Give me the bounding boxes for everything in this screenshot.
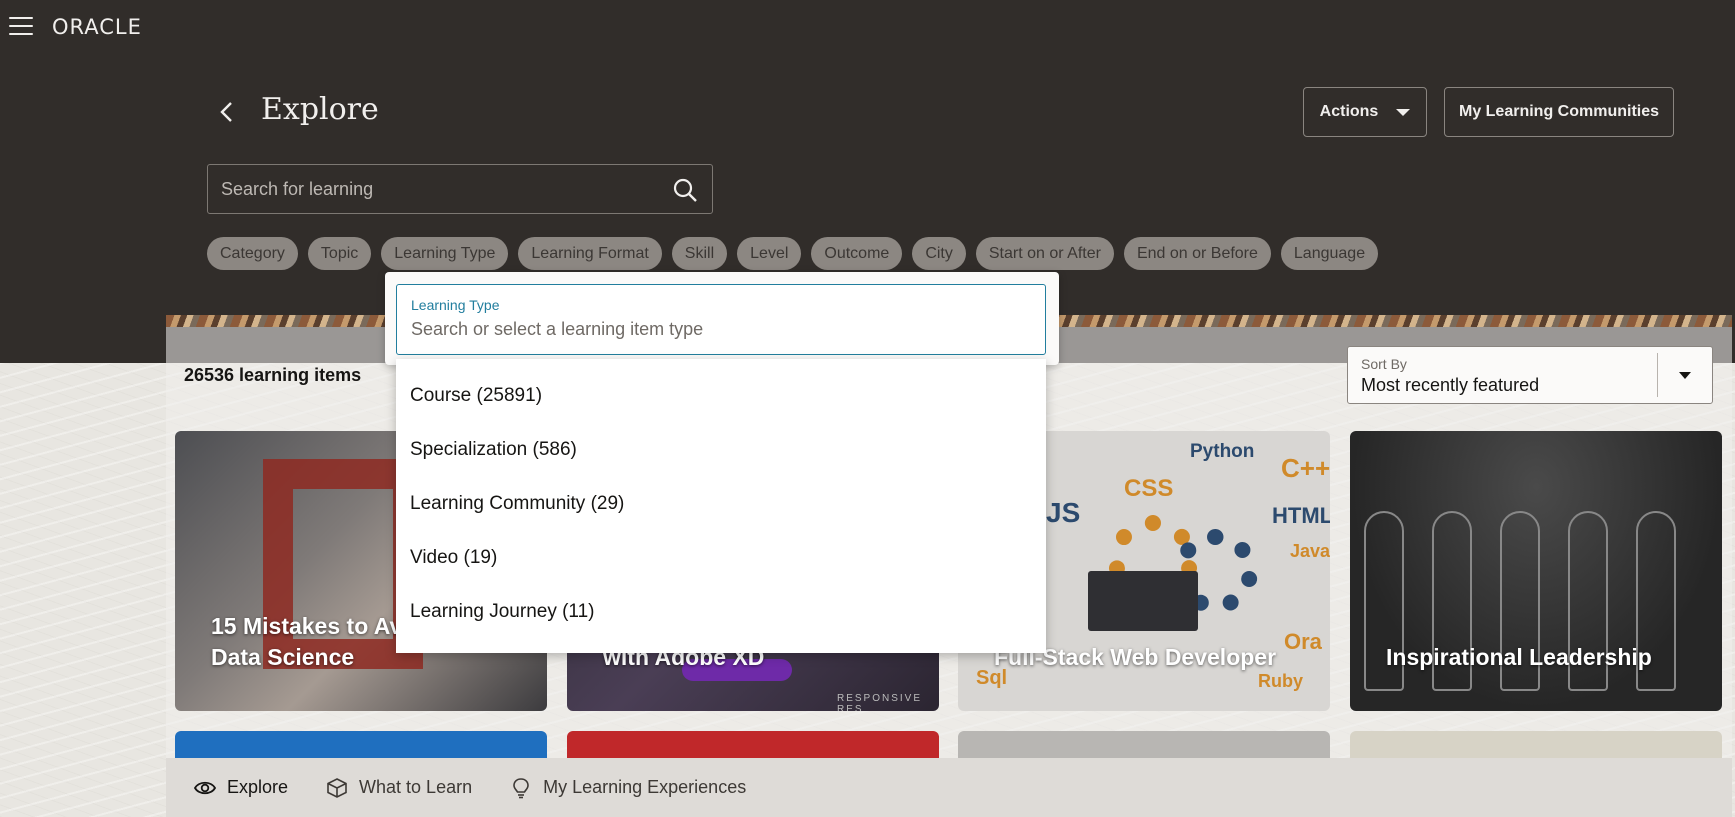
cube-icon [327, 777, 347, 798]
card-image-text: C++ [1281, 453, 1330, 483]
filter-chip-category[interactable]: Category [207, 237, 298, 270]
card-title-line: 15 Mistakes to Av [211, 613, 403, 639]
chevron-down-icon [1396, 108, 1411, 116]
card-image-text: Ruby [1258, 671, 1303, 691]
learning-card[interactable]: Inspirational Leadership [1350, 431, 1722, 711]
filter-chip-level[interactable]: Level [737, 237, 802, 270]
filter-chip-language[interactable]: Language [1280, 237, 1379, 270]
my-learning-communities-button[interactable]: My Learning Communities [1444, 87, 1674, 137]
learning-card-partial[interactable] [175, 731, 547, 761]
filter-chip-start-on-or-after[interactable]: Start on or After [975, 237, 1114, 270]
learning-card-partial[interactable] [958, 731, 1330, 761]
results-count: 26536 learning items [184, 365, 362, 385]
lightbulb-icon [513, 777, 529, 798]
nav-what-to-learn[interactable]: What to Learn [326, 777, 472, 799]
card-image-text: Python [1190, 441, 1255, 462]
nav-label: Explore [227, 777, 289, 797]
card-title-line: Inspirational Leadership [1386, 644, 1652, 670]
learning-type-search-input[interactable] [411, 315, 1031, 343]
nav-my-learning-experiences[interactable]: My Learning Experiences [510, 777, 746, 799]
learning-card-partial[interactable] [567, 731, 939, 761]
sort-divider [1657, 353, 1658, 397]
option-video[interactable]: Video (19) [396, 531, 1046, 585]
filter-chip-end-on-or-before[interactable]: End on or Before [1123, 237, 1271, 270]
eye-icon [194, 781, 216, 794]
filter-chips: Category Topic Learning Type Learning Fo… [207, 237, 1379, 270]
filter-chip-city[interactable]: City [912, 237, 966, 270]
card-image-text: CSS [1124, 475, 1174, 502]
filter-chip-outcome[interactable]: Outcome [811, 237, 903, 270]
card-image-text: HTML [1272, 503, 1330, 528]
card-title-line: Data Science [211, 644, 355, 670]
chevron-down-icon [1679, 372, 1691, 379]
sort-by-value: Most recently featured [1361, 375, 1540, 395]
option-specialization[interactable]: Specialization (586) [396, 423, 1046, 477]
page-title: Explore [261, 92, 379, 127]
nav-explore[interactable]: Explore [194, 777, 288, 799]
hamburger-menu-icon[interactable] [9, 17, 33, 35]
option-learning-community[interactable]: Learning Community (29) [396, 477, 1046, 531]
card-image-text: RESPONSIVE RES [837, 693, 923, 711]
actions-button[interactable]: Actions [1303, 87, 1427, 137]
sort-by-label: Sort By [1361, 356, 1407, 372]
filter-chip-learning-format[interactable]: Learning Format [518, 237, 662, 270]
filter-chip-skill[interactable]: Skill [671, 237, 728, 270]
learning-type-combobox[interactable]: Learning Type [396, 284, 1046, 355]
search-field [207, 164, 713, 214]
card-title: Inspirational Leadership [1386, 642, 1652, 673]
laptop-illustration [1088, 571, 1198, 631]
card-image-text: JS [1046, 497, 1081, 528]
learning-card-partial[interactable] [1350, 731, 1722, 761]
nav-label: My Learning Experiences [543, 777, 747, 797]
sort-by-select[interactable]: Sort By Most recently featured [1347, 346, 1713, 404]
bottom-navigation: Explore What to Learn My Learning Experi… [166, 758, 1732, 817]
back-arrow-icon[interactable] [214, 98, 240, 126]
filter-chip-learning-type[interactable]: Learning Type [381, 237, 509, 270]
actions-label: Actions [1319, 103, 1379, 120]
learning-type-label: Learning Type [411, 297, 500, 313]
oracle-logo: ORACLE [52, 15, 142, 39]
card-image-text: Ora [1284, 629, 1322, 654]
learning-type-options-list: Course (25891) Specialization (586) Lear… [396, 359, 1046, 653]
search-icon[interactable] [672, 177, 698, 203]
card-image-text: Java [1290, 541, 1330, 561]
card-title: 15 Mistakes to Av Data Science [211, 611, 402, 673]
option-course[interactable]: Course (25891) [396, 369, 1046, 423]
option-learning-journey[interactable]: Learning Journey (11) [396, 585, 1046, 639]
filter-chip-topic[interactable]: Topic [307, 237, 372, 270]
nav-label: What to Learn [359, 777, 473, 797]
search-input[interactable] [221, 165, 651, 213]
